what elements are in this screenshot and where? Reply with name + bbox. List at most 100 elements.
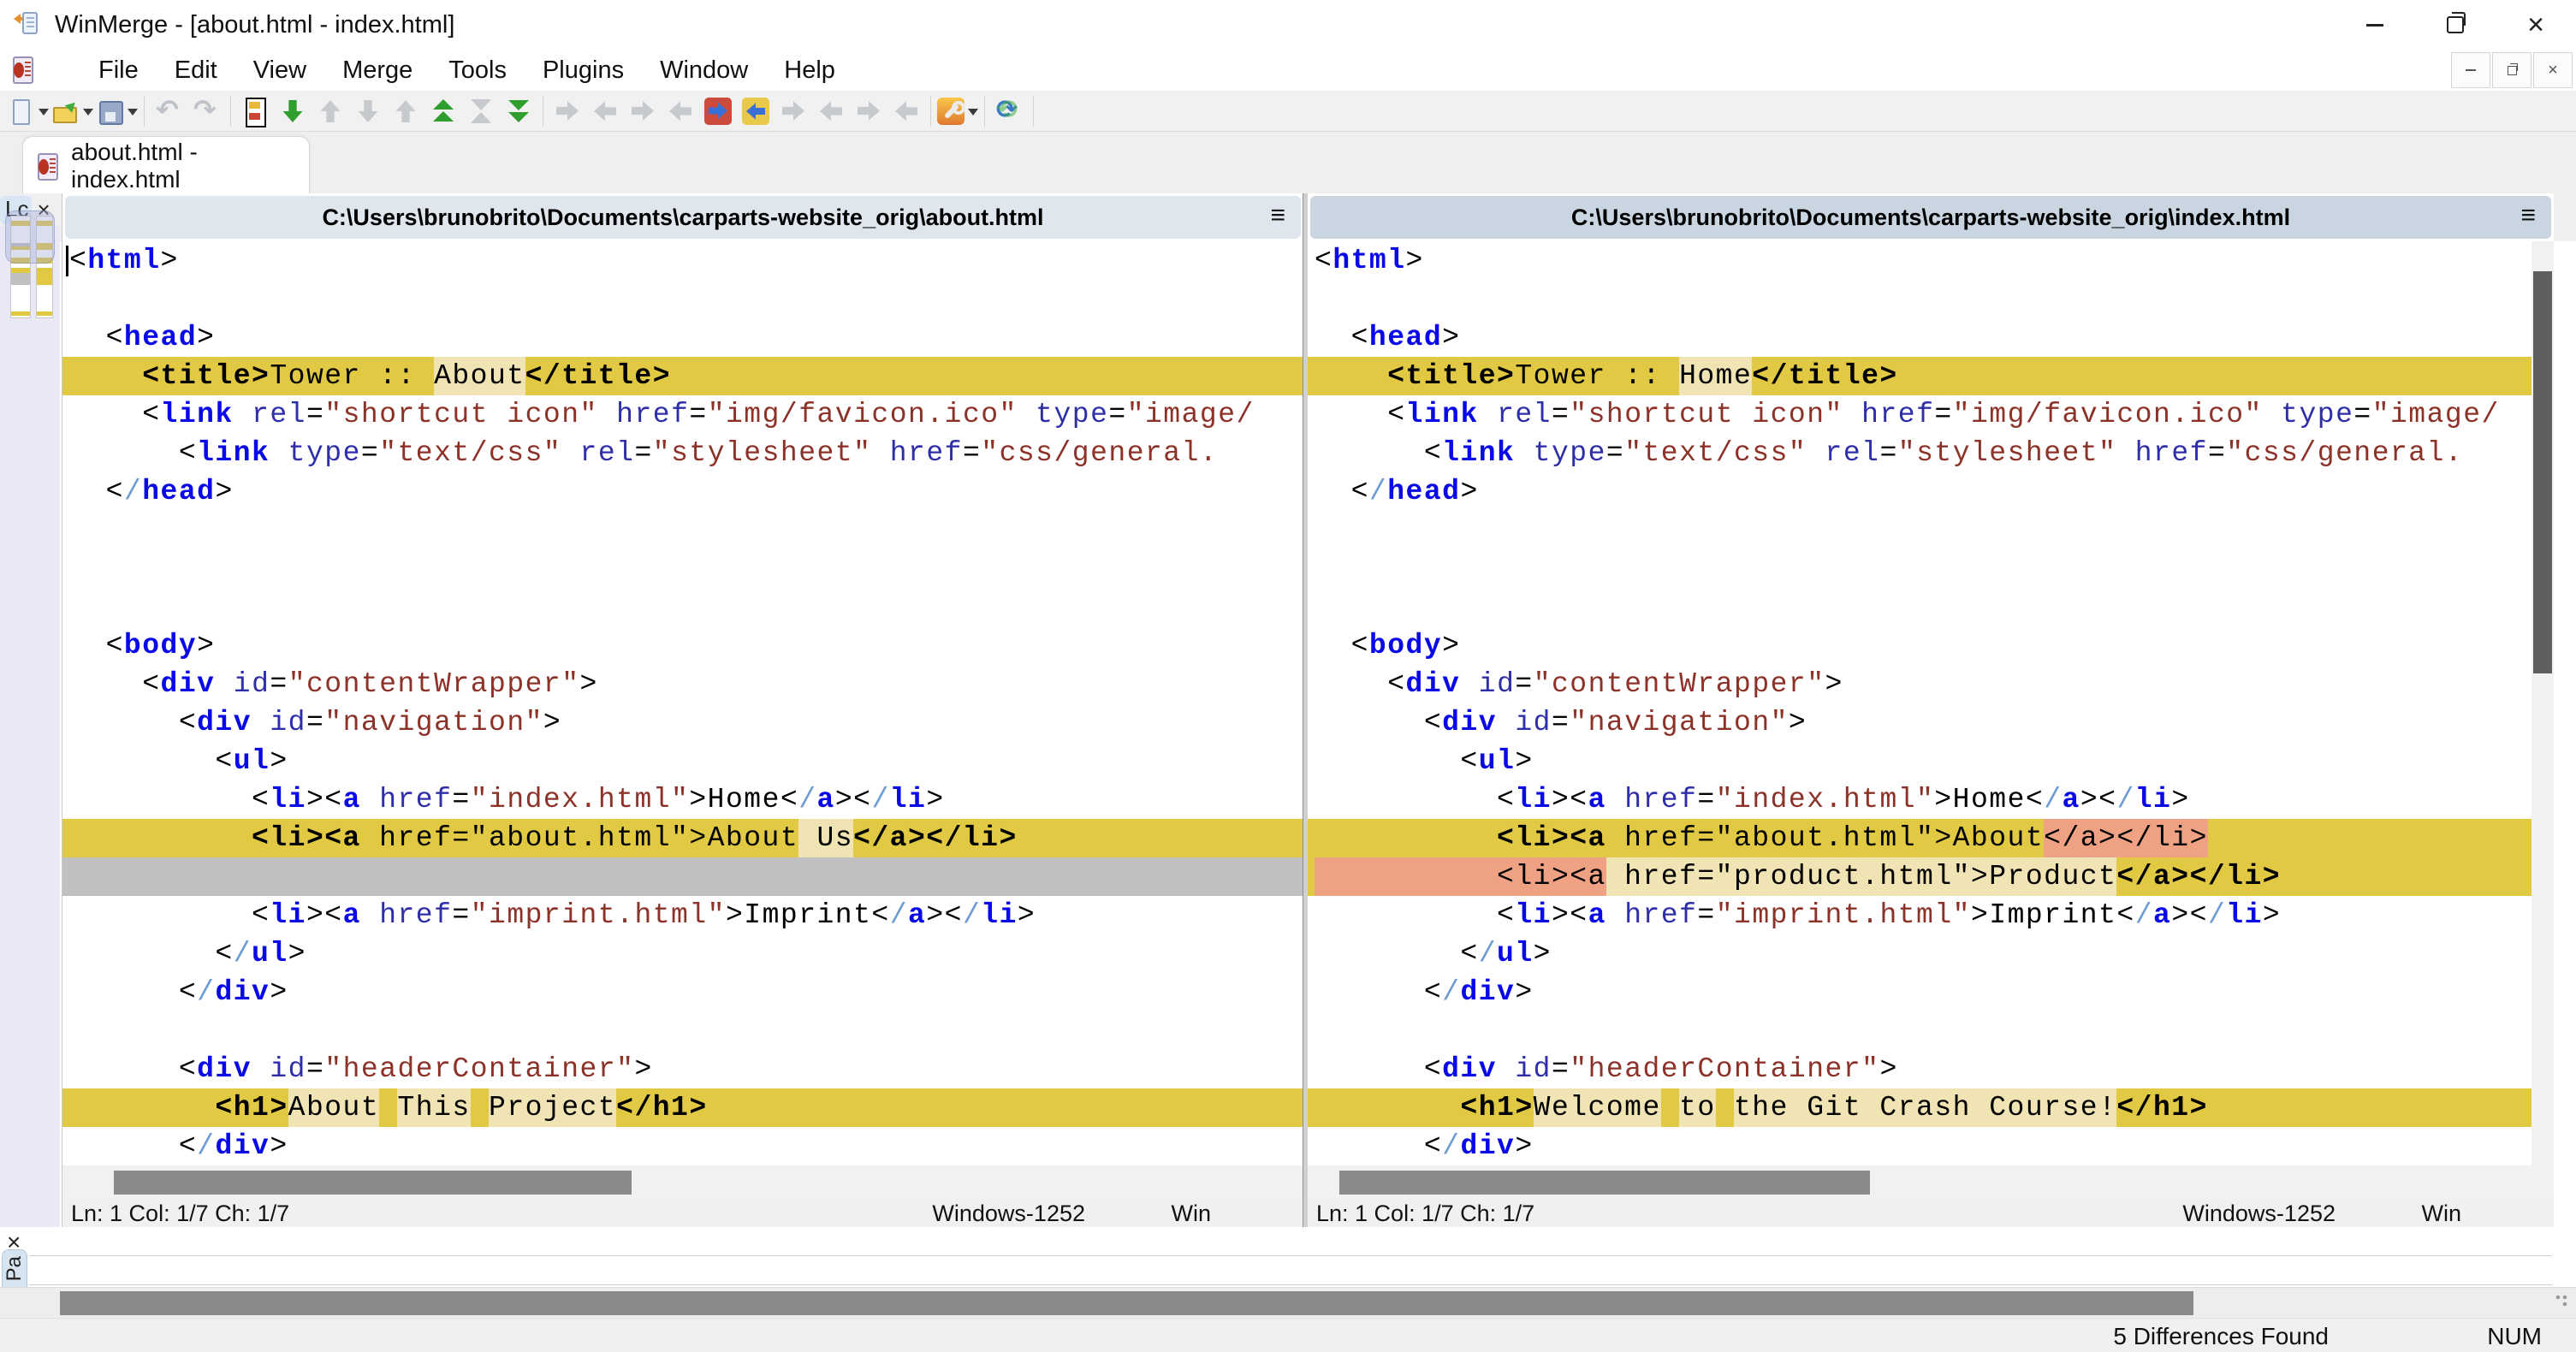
code-line[interactable] — [62, 588, 1303, 626]
difference-marker[interactable] — [37, 268, 52, 286]
code-line[interactable]: <title>Tower :: About</title> — [62, 357, 1303, 395]
move-left-file-button[interactable] — [888, 92, 924, 130]
code-line[interactable]: <li><a href="imprint.html">Imprint</a></… — [62, 896, 1303, 934]
menu-item-view[interactable]: View — [235, 53, 324, 88]
left-hscroll-thumb[interactable] — [114, 1171, 632, 1195]
last-difference-button[interactable] — [501, 92, 537, 130]
right-hscroll-thumb[interactable] — [1339, 1171, 1870, 1195]
redo-button[interactable] — [188, 92, 224, 130]
difference-marker[interactable] — [11, 273, 30, 286]
menu-item-edit[interactable]: Edit — [157, 53, 235, 88]
code-line[interactable] — [1308, 549, 2554, 588]
tab-about-index[interactable]: about.html - index.html — [22, 136, 310, 194]
menu-item-help[interactable]: Help — [766, 53, 853, 88]
options-menu-button[interactable] — [937, 92, 978, 130]
code-line[interactable]: </div> — [62, 973, 1303, 1011]
current-difference-button[interactable] — [463, 92, 499, 130]
mdi-restore-button[interactable] — [2492, 52, 2531, 88]
code-line[interactable]: <ul> — [1308, 742, 2554, 780]
copy-left-file-button[interactable] — [813, 92, 849, 130]
save-button[interactable] — [95, 92, 138, 130]
right-pane-menu-icon[interactable]: ≡ — [2520, 201, 2536, 230]
code-line[interactable]: <h1>About This Project</h1> — [62, 1088, 1303, 1127]
next-difference-button[interactable] — [275, 92, 311, 130]
code-line[interactable] — [62, 857, 1303, 896]
right-pane-header[interactable]: C:\Users\brunobrito\Documents\carparts-w… — [1310, 196, 2551, 239]
mdi-close-button[interactable]: × — [2533, 52, 2573, 88]
code-line[interactable]: <head> — [62, 318, 1303, 357]
left-pane-menu-icon[interactable]: ≡ — [1270, 201, 1285, 230]
code-line[interactable] — [62, 549, 1303, 588]
left-code-editor[interactable]: <html> <head> <title>Tower :: About</tit… — [62, 241, 1303, 1165]
open-button-dropdown-icon[interactable] — [83, 108, 93, 121]
save-button-dropdown-icon[interactable] — [128, 108, 138, 121]
code-line[interactable] — [1308, 511, 2554, 549]
difference-marker[interactable] — [11, 311, 30, 316]
first-difference-button[interactable] — [425, 92, 461, 130]
minimize-button[interactable] — [2335, 0, 2415, 50]
menu-item-tools[interactable]: Tools — [430, 53, 525, 88]
close-button[interactable]: × — [2496, 0, 2576, 50]
refresh-button[interactable] — [991, 92, 1027, 130]
menu-item-window[interactable]: Window — [642, 53, 766, 88]
code-line[interactable]: <link rel="shortcut icon" href="img/favi… — [1308, 395, 2554, 434]
code-line[interactable]: <li><a href="about.html">About Us</a></l… — [62, 819, 1303, 857]
code-line[interactable] — [1308, 588, 2554, 626]
menu-item-file[interactable]: File — [80, 53, 157, 88]
right-code-editor[interactable]: <html> <head> <title>Tower :: Home</titl… — [1308, 241, 2554, 1165]
menu-item-plugins[interactable]: Plugins — [525, 53, 642, 88]
left-horizontal-scrollbar[interactable] — [62, 1165, 1303, 1200]
left-pane-header[interactable]: C:\Users\brunobrito\Documents\carparts-w… — [65, 196, 1301, 239]
location-viewport-indicator[interactable] — [5, 211, 55, 264]
options-menu-button-dropdown-icon[interactable] — [968, 108, 978, 121]
new-button-dropdown-icon[interactable] — [39, 108, 49, 121]
code-line[interactable]: <li><a href="product.html">Product</a></… — [1308, 857, 2554, 896]
code-line[interactable]: </div> — [1308, 1127, 2554, 1165]
mdi-minimize-button[interactable] — [2451, 52, 2490, 88]
code-line[interactable]: </ul> — [62, 934, 1303, 973]
copy-right-button[interactable] — [549, 92, 585, 130]
code-line[interactable]: <link type="text/css" rel="stylesheet" h… — [62, 434, 1303, 472]
menu-item-merge[interactable]: Merge — [324, 53, 430, 88]
code-line[interactable]: <body> — [1308, 626, 2554, 665]
code-line[interactable]: <h1>Welcome to the Git Crash Course!</h1… — [1308, 1088, 2554, 1127]
code-line[interactable] — [62, 1011, 1303, 1050]
previous-conflict-button[interactable] — [388, 92, 424, 130]
code-line[interactable]: <div id="navigation"> — [1308, 703, 2554, 742]
restore-button[interactable] — [2415, 0, 2496, 50]
code-line[interactable]: <body> — [62, 626, 1303, 665]
code-line[interactable]: <link rel="shortcut icon" href="img/favi… — [62, 395, 1303, 434]
undo-button[interactable] — [151, 92, 187, 130]
new-button[interactable] — [6, 92, 49, 130]
right-horizontal-scrollbar[interactable] — [1308, 1165, 2554, 1200]
code-line[interactable]: <title>Tower :: Home</title> — [1308, 357, 2554, 395]
code-line[interactable]: <div id="contentWrapper"> — [62, 665, 1303, 703]
code-line[interactable]: <ul> — [62, 742, 1303, 780]
code-line[interactable]: <li><a href="about.html">About</a></li> — [1308, 819, 2554, 857]
code-line[interactable]: </head> — [1308, 472, 2554, 511]
previous-difference-button[interactable] — [312, 92, 348, 130]
code-line[interactable]: <div id="headerContainer"> — [1308, 1050, 2554, 1088]
code-line[interactable]: <link type="text/css" rel="stylesheet" h… — [1308, 434, 2554, 472]
app-hscroll-thumb[interactable] — [60, 1291, 2193, 1315]
next-conflict-button[interactable] — [350, 92, 386, 130]
difference-marker[interactable] — [37, 311, 52, 316]
code-line[interactable]: </ul> — [1308, 934, 2554, 973]
code-line[interactable]: <li><a href="imprint.html">Imprint</a></… — [1308, 896, 2554, 934]
code-line[interactable]: <html> — [62, 241, 1303, 280]
vertical-scrollbar[interactable] — [2531, 241, 2554, 1165]
copy-left-button[interactable] — [587, 92, 623, 130]
move-right-file-button[interactable] — [851, 92, 887, 130]
copy-left-and-advance-button[interactable] — [662, 92, 698, 130]
resize-grip[interactable] — [2555, 1295, 2573, 1312]
code-line[interactable] — [1308, 1011, 2554, 1050]
app-horizontal-scrollbar[interactable] — [0, 1287, 2576, 1319]
code-line[interactable]: </div> — [62, 1127, 1303, 1165]
code-line[interactable]: <head> — [1308, 318, 2554, 357]
code-line[interactable] — [62, 280, 1303, 318]
code-line[interactable]: <div id="navigation"> — [62, 703, 1303, 742]
code-line[interactable]: <div id="headerContainer"> — [62, 1050, 1303, 1088]
code-line[interactable]: </div> — [1308, 973, 2554, 1011]
code-line[interactable] — [1308, 280, 2554, 318]
code-line[interactable] — [62, 511, 1303, 549]
